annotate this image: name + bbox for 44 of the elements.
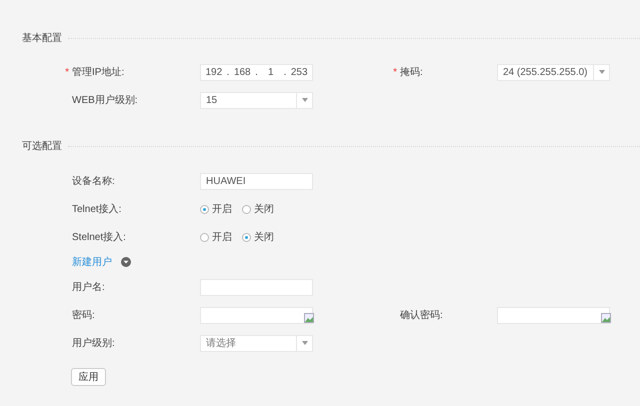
field-label: 确认密码: [400,308,444,322]
dropdown-field[interactable]: 请选择 [200,334,313,352]
separator-dot: . [284,66,286,78]
radio-button[interactable] [200,204,209,214]
separator-dot: . [226,66,230,78]
dropdown-field[interactable]: 24 (255.255.255.0) [497,64,610,80]
radio-button[interactable] [200,232,209,242]
field-label: 设备名称: [72,175,116,188]
text-field[interactable]: HUAWEI [200,172,313,190]
required-mark: * [393,66,397,78]
radio-button[interactable] [242,232,251,242]
radio-option[interactable]: 开启 [200,202,232,216]
broken-image-icon [601,312,611,322]
ip-octet[interactable]: 192 [201,66,227,78]
section-title: 可选配置 [22,140,62,153]
field-label: 密码: [72,308,96,322]
ip-address-field[interactable]: 192 . 168 . 1 . 253 [200,64,313,80]
caret-icon [302,341,308,345]
field-label: 掩码: [400,66,424,79]
caret-icon [302,98,308,102]
password-field[interactable] [200,306,313,324]
field-label: 用户名: [72,280,106,294]
ip-octet[interactable]: 253 [286,66,312,78]
text-field[interactable] [200,278,313,296]
radio-option[interactable]: 关闭 [242,230,274,244]
ip-octet[interactable]: 168 [229,66,256,78]
password-field[interactable] [497,306,610,324]
field-label: 管理IP地址: [72,66,126,79]
required-mark: * [65,66,69,78]
separator-dot: . [255,66,258,78]
section-title: 基本配置 [22,32,62,45]
expand-toggle-icon[interactable] [121,257,131,267]
broken-image-icon [304,312,314,322]
field-label: WEB用户级别: [72,94,139,107]
dropdown-field[interactable]: 15 [200,92,313,108]
caret-icon [598,70,604,74]
radio-option[interactable]: 关闭 [242,202,274,216]
field-label: Stelnet接入: [72,230,127,244]
radio-button[interactable] [242,204,251,214]
ip-octet[interactable]: 1 [258,66,284,78]
apply-button[interactable]: 应用 [71,368,106,386]
field-label: 用户级别: [72,336,116,350]
radio-option[interactable]: 开启 [200,230,232,244]
field-label: Telnet接入: [72,202,122,216]
